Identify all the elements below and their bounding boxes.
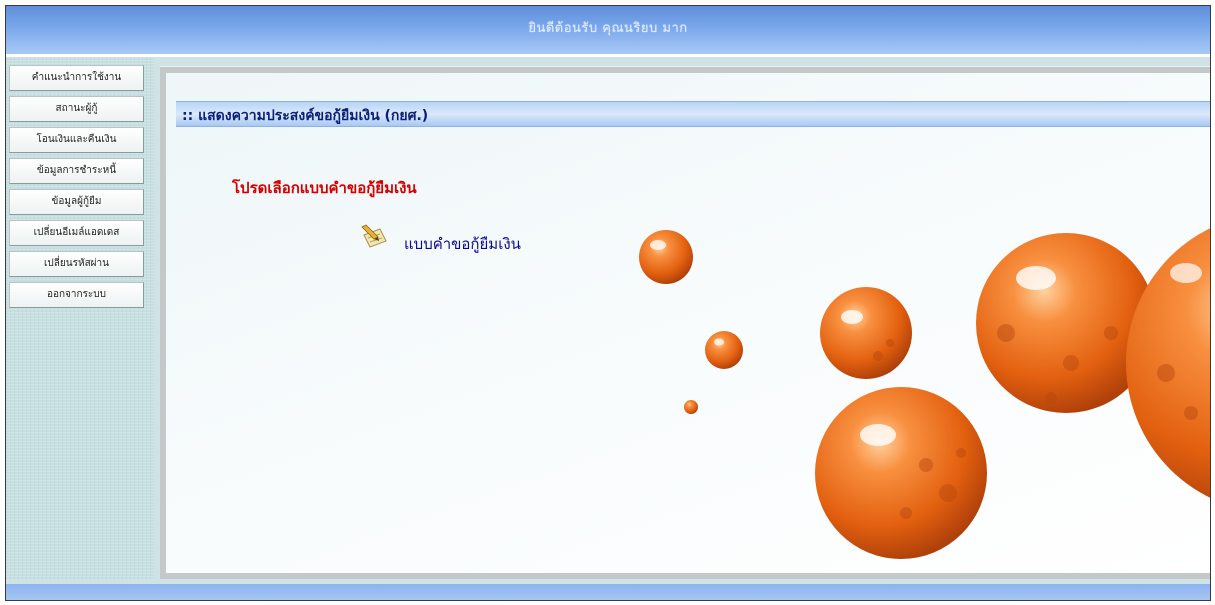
sidebar-item-transfer-refund[interactable]: โอนเงินและคืนเงิน xyxy=(9,127,144,153)
orange-bubbles-decoration xyxy=(639,228,1210,559)
bubble-small-2 xyxy=(705,331,743,369)
bubble-medium xyxy=(820,287,912,379)
sidebar-item-change-password[interactable]: เปลี่ยนรหัสผ่าน xyxy=(9,251,144,277)
loan-request-form-label[interactable]: แบบคำขอกู้ยืมเงิน xyxy=(404,232,521,256)
section-heading: :: แสดงความประสงค์ขอกู้ยืมเงิน (กยศ.) xyxy=(182,108,429,124)
bubble-large-bottom xyxy=(815,387,987,559)
welcome-title: ยินดีต้อนรับ คุณนริยบ มาก xyxy=(528,21,688,36)
bubble-edge-right xyxy=(1126,228,1210,498)
content-panel: :: แสดงความประสงค์ขอกู้ยืมเงิน (กยศ.) โป… xyxy=(166,73,1210,573)
sidebar-item-borrower-info[interactable]: ข้อมูลผู้กู้ยืม xyxy=(9,189,144,215)
app-window: ยินดีต้อนรับ คุณนริยบ มาก คำแนะนำการใช้ง… xyxy=(5,5,1211,601)
sidebar-item-borrower-status[interactable]: สถานะผู้กู้ xyxy=(9,96,144,122)
bubble-tiny xyxy=(684,400,698,414)
content-frame: :: แสดงความประสงค์ขอกู้ยืมเงิน (กยศ.) โป… xyxy=(160,66,1210,579)
sidebar-item-repayment-info[interactable]: ข้อมูลการชำระหนี้ xyxy=(9,158,144,184)
sidebar-item-logout[interactable]: ออกจากระบบ xyxy=(9,282,144,308)
section-heading-bar: :: แสดงความประสงค์ขอกู้ยืมเงิน (กยศ.) xyxy=(176,101,1210,127)
header-divider xyxy=(6,54,1210,57)
select-form-prompt: โปรดเลือกแบบคำขอกู้ยืมเงิน xyxy=(232,179,417,197)
pencil-paper-icon[interactable] xyxy=(360,223,390,249)
bubble-small-1 xyxy=(639,230,693,284)
sidebar-item-change-email[interactable]: เปลี่ยนอีเมล์แอดเดส xyxy=(9,220,144,246)
sidebar-menu: คำแนะนำการใช้งาน สถานะผู้กู้ โอนเงินและค… xyxy=(9,65,144,313)
sidebar: คำแนะนำการใช้งาน สถานะผู้กู้ โอนเงินและค… xyxy=(6,57,154,580)
footer-bar xyxy=(6,584,1210,600)
sidebar-item-usage-guide[interactable]: คำแนะนำการใช้งาน xyxy=(9,65,144,91)
header-bar: ยินดีต้อนรับ คุณนริยบ มาก xyxy=(6,6,1210,54)
